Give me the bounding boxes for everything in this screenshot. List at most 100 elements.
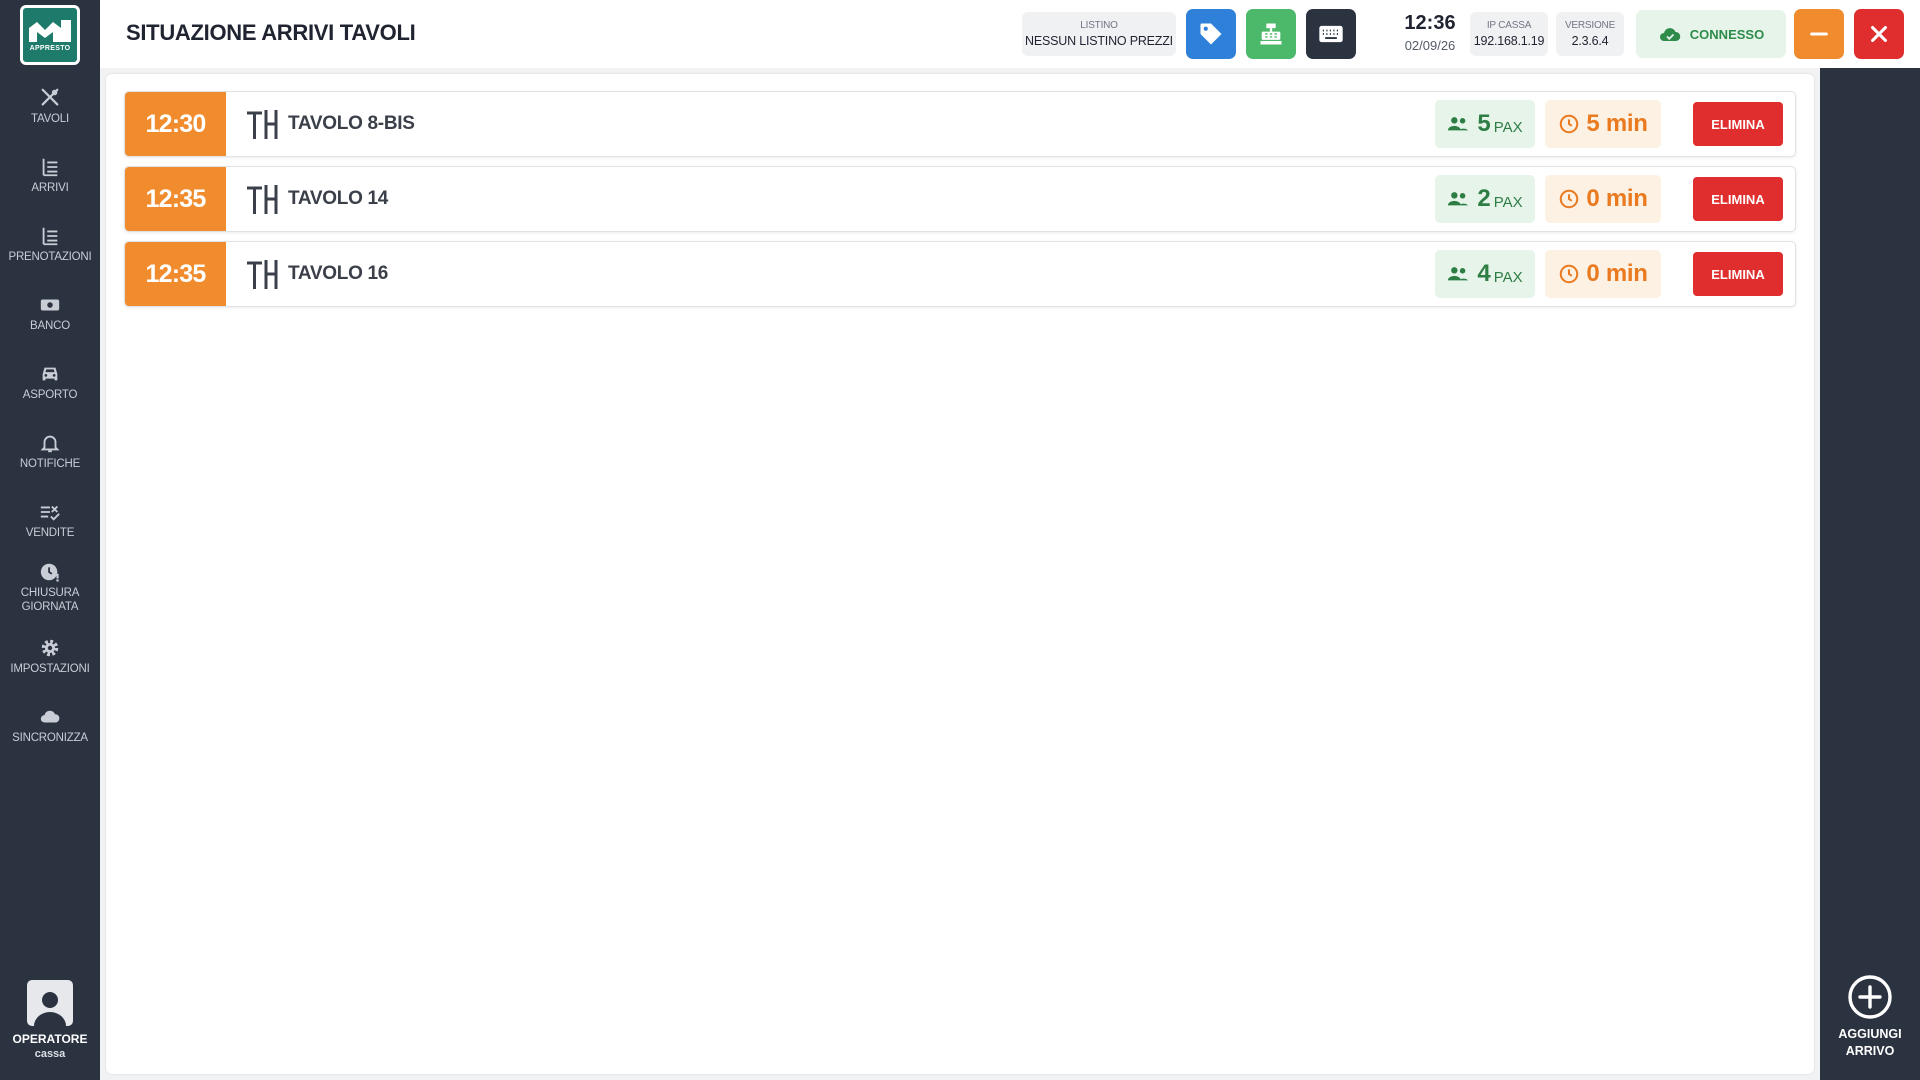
cash-register-button[interactable] <box>1246 9 1296 59</box>
price-list-selector[interactable]: LISTINO NESSUN LISTINO PREZZI <box>1022 12 1176 56</box>
logo-mark-icon <box>29 20 71 42</box>
main-content: 12:30 TAVOLO 8-BIS 5 PAX 5 min ELIMINA 1… <box>100 68 1820 1080</box>
sidebar-item-chiusura-giornata[interactable]: CHIUSURA GIORNATA <box>0 560 100 614</box>
minus-icon <box>1810 32 1828 36</box>
wait-time: 0 min <box>1545 175 1661 223</box>
arrival-time: 12:30 <box>125 92 226 156</box>
version-value: 2.3.6.4 <box>1571 34 1609 48</box>
right-action-column: AGGIUNGI ARRIVO <box>1820 68 1920 1080</box>
connection-status-label: CONNESSO <box>1689 26 1765 42</box>
sidebar-item-label: IMPOSTAZIONI <box>10 663 90 675</box>
keyboard-icon <box>1319 25 1343 43</box>
list-icon <box>38 155 62 179</box>
clock-alert-icon <box>38 560 62 584</box>
logo-text: APPRESTO <box>29 45 71 52</box>
minimize-button[interactable] <box>1794 9 1844 59</box>
wait-time: 0 min <box>1545 250 1661 298</box>
plus-circle-icon <box>1848 975 1892 1019</box>
delete-button[interactable]: ELIMINA <box>1693 177 1783 221</box>
sidebar-item-prenotazioni[interactable]: PRENOTAZIONI <box>0 224 100 264</box>
table-name: TAVOLO 16 <box>288 263 389 284</box>
arrival-row[interactable]: 12:30 TAVOLO 8-BIS 5 PAX 5 min ELIMINA <box>124 91 1796 157</box>
sidebar: APPRESTO TAVOLI ARRIVI PRENOTAZIONI BANC… <box>0 0 100 1080</box>
page-title: SITUAZIONE ARRIVI TAVOLI <box>126 20 416 45</box>
add-arrival-label-line2: ARRIVO <box>1845 1044 1895 1058</box>
arrivals-panel: 12:30 TAVOLO 8-BIS 5 PAX 5 min ELIMINA 1… <box>106 74 1814 1074</box>
sidebar-item-label: NOTIFICHE <box>19 458 81 470</box>
ip-label: IP CASSA <box>1486 20 1532 31</box>
sidebar-item-notifiche[interactable]: NOTIFICHE <box>0 431 100 471</box>
people-icon <box>1448 192 1469 206</box>
pax-count: 5 PAX <box>1435 100 1535 148</box>
table-name: TAVOLO 14 <box>288 188 389 209</box>
clock: 12:36 02/09/26 <box>1380 12 1480 53</box>
wait-value: 0 min <box>1586 260 1648 287</box>
add-arrival-button[interactable]: AGGIUNGI ARRIVO <box>1820 974 1920 1060</box>
cloud-icon <box>38 705 62 729</box>
sidebar-item-label: VENDITE <box>25 527 75 539</box>
pax-unit: PAX <box>1493 118 1523 136</box>
delete-button[interactable]: ELIMINA <box>1693 102 1783 146</box>
people-icon <box>1448 117 1469 131</box>
sidebar-item-tavoli[interactable]: TAVOLI <box>0 86 100 126</box>
people-icon <box>1448 267 1469 281</box>
wait-value: 5 min <box>1586 110 1648 137</box>
cash-register-icon <box>1260 23 1282 45</box>
sidebar-item-label: BANCO <box>30 320 70 332</box>
gear-icon <box>38 636 62 660</box>
sidebar-item-label: PRENOTAZIONI <box>8 251 92 263</box>
user-icon <box>34 992 66 1026</box>
clock-icon <box>1560 189 1579 209</box>
sidebar-item-arrivi[interactable]: ARRIVI <box>0 155 100 195</box>
sidebar-item-banco[interactable]: BANCO <box>0 293 100 333</box>
current-date: 02/09/26 <box>1404 38 1456 53</box>
list-check-icon <box>38 500 62 524</box>
cash-icon <box>38 293 62 317</box>
pax-count: 4 PAX <box>1435 250 1535 298</box>
pax-number: 2 <box>1477 185 1491 212</box>
clock-icon <box>1560 114 1579 134</box>
list-icon <box>38 224 62 248</box>
price-tag-button[interactable] <box>1186 9 1236 59</box>
sidebar-item-vendite[interactable]: VENDITE <box>0 500 100 540</box>
wait-value: 0 min <box>1586 185 1648 212</box>
sidebar-item-label: TAVOLI <box>31 113 69 125</box>
close-button[interactable] <box>1854 9 1904 59</box>
avatar <box>27 980 73 1026</box>
delete-button[interactable]: ELIMINA <box>1693 252 1783 296</box>
connection-status[interactable]: CONNESSO <box>1636 10 1786 58</box>
close-icon <box>1871 26 1887 42</box>
sidebar-item-label-line1: CHIUSURA <box>20 587 80 599</box>
car-icon <box>38 362 62 386</box>
bell-icon <box>38 431 62 455</box>
cutlery-icon <box>38 86 62 110</box>
table-name: TAVOLO 8-BIS <box>288 113 415 134</box>
cloud-check-icon <box>1659 28 1681 41</box>
version-label: VERSIONE <box>1564 20 1616 31</box>
price-list-value: NESSUN LISTINO PREZZI <box>1025 34 1173 48</box>
version-info: VERSIONE 2.3.6.4 <box>1556 12 1624 56</box>
current-time: 12:36 <box>1404 12 1456 34</box>
arrival-row[interactable]: 12:35 TAVOLO 14 2 PAX 0 min ELIMINA <box>124 166 1796 232</box>
keyboard-button[interactable] <box>1306 9 1356 59</box>
app-logo[interactable]: APPRESTO <box>20 5 80 65</box>
top-bar: SITUAZIONE ARRIVI TAVOLI LISTINO NESSUN … <box>100 0 1920 68</box>
ip-value: 192.168.1.19 <box>1473 34 1545 48</box>
table-icon <box>244 182 278 216</box>
table-icon <box>244 257 278 291</box>
sidebar-item-label-line2: GIORNATA <box>21 601 79 613</box>
pax-unit: PAX <box>1493 268 1523 286</box>
pax-number: 4 <box>1477 260 1491 287</box>
pax-count: 2 PAX <box>1435 175 1535 223</box>
arrival-row[interactable]: 12:35 TAVOLO 16 4 PAX 0 min ELIMINA <box>124 241 1796 307</box>
table-icon <box>244 107 278 141</box>
sidebar-item-asporto[interactable]: ASPORTO <box>0 362 100 402</box>
operator-profile[interactable]: OPERATORE cassa <box>0 980 100 1060</box>
add-arrival-label-line1: AGGIUNGI <box>1838 1027 1902 1041</box>
sidebar-item-sincronizza[interactable]: SINCRONIZZA <box>0 705 100 745</box>
sidebar-item-impostazioni[interactable]: IMPOSTAZIONI <box>0 636 100 676</box>
pax-number: 5 <box>1477 110 1491 137</box>
price-list-label: LISTINO <box>1080 20 1118 31</box>
arrival-time: 12:35 <box>125 167 226 231</box>
operator-label: OPERATORE <box>12 1032 88 1046</box>
